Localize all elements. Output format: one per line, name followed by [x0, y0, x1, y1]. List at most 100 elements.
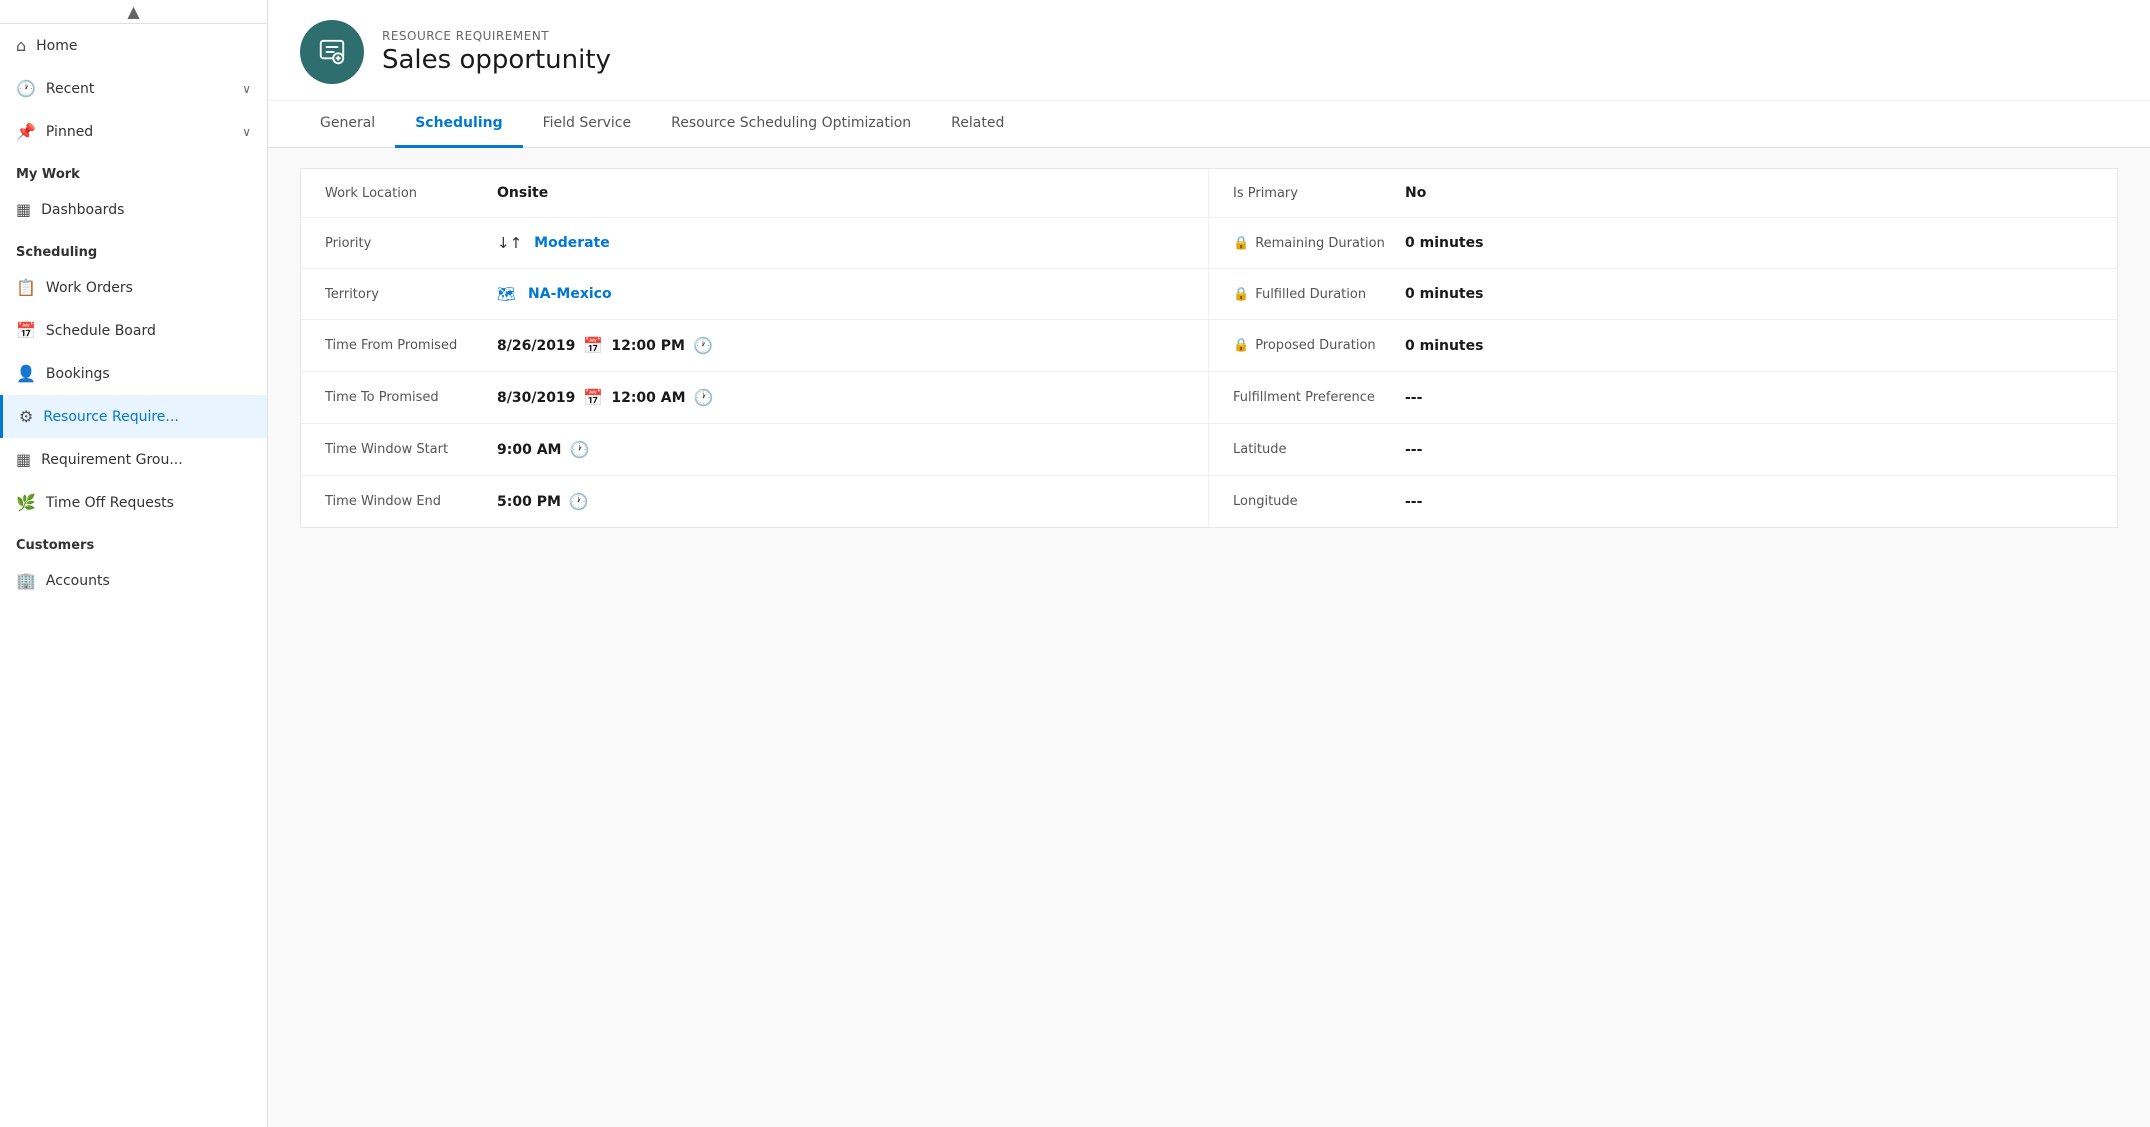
is-primary-label: Is Primary [1233, 186, 1393, 201]
is-primary-value: No [1405, 185, 1426, 201]
sidebar-item-accounts[interactable]: 🏢 Accounts [0, 559, 267, 602]
time-to-time: 12:00 AM [611, 390, 685, 406]
sidebar-item-home[interactable]: ⌂ Home [0, 24, 267, 67]
remaining-duration-label: 🔒 Remaining Duration [1233, 236, 1393, 251]
form-row-4: Time From Promised 8/26/2019 📅 12:00 PM … [301, 320, 2117, 372]
proposed-duration-label: 🔒 Proposed Duration [1233, 338, 1393, 353]
time-window-end-group: 5:00 PM 🕐 [497, 492, 589, 511]
map-icon: 🗺 [497, 285, 516, 303]
pin-icon: 📌 [16, 122, 36, 141]
fulfillment-preference-cell: Fulfillment Preference --- [1209, 372, 2117, 423]
latitude-cell: Latitude --- [1209, 424, 2117, 475]
time-window-end-cell: Time Window End 5:00 PM 🕐 [301, 476, 1209, 527]
home-icon: ⌂ [16, 36, 26, 55]
time-to-promised-cell: Time To Promised 8/30/2019 📅 12:00 AM 🕐 [301, 372, 1209, 423]
work-location-label: Work Location [325, 186, 485, 201]
form-row-1: Work Location Onsite Is Primary No [301, 169, 2117, 218]
tab-general[interactable]: General [300, 101, 395, 148]
latitude-label: Latitude [1233, 442, 1393, 457]
priority-cell: Priority ↓↑ Moderate [301, 218, 1209, 268]
chevron-down-icon: ∨ [242, 82, 251, 96]
dashboard-icon: ▦ [16, 200, 31, 219]
tab-scheduling[interactable]: Scheduling [395, 101, 522, 148]
sidebar-item-bookings[interactable]: 👤 Bookings [0, 352, 267, 395]
remaining-duration-value: 0 minutes [1405, 235, 1483, 251]
clipboard-icon: 📋 [16, 278, 36, 297]
time-window-start-label: Time Window Start [325, 442, 485, 457]
page-header: RESOURCE REQUIREMENT Sales opportunity [268, 0, 2150, 101]
fulfillment-preference-value: --- [1405, 390, 1422, 406]
fulfilled-duration-value: 0 minutes [1405, 286, 1483, 302]
resource-requirement-icon [317, 37, 347, 67]
territory-label: Territory [325, 287, 485, 302]
sidebar-item-label: Accounts [46, 573, 251, 589]
leaf-icon: 🌿 [16, 493, 36, 512]
priority-value[interactable]: Moderate [534, 235, 610, 251]
fulfilled-duration-label: 🔒 Fulfilled Duration [1233, 287, 1393, 302]
clock-icon[interactable]: 🕐 [569, 492, 589, 511]
form-row-5: Time To Promised 8/30/2019 📅 12:00 AM 🕐 … [301, 372, 2117, 424]
sidebar-item-dashboards[interactable]: ▦ Dashboards [0, 188, 267, 231]
calendar-icon: 📅 [16, 321, 36, 340]
lock-icon: 🔒 [1233, 338, 1249, 353]
sidebar-item-label: Requirement Grou... [41, 452, 251, 468]
clock-icon: 🕐 [16, 79, 36, 98]
section-header-scheduling: Scheduling [0, 231, 267, 266]
sidebar-item-schedule-board[interactable]: 📅 Schedule Board [0, 309, 267, 352]
chevron-down-icon: ∨ [242, 125, 251, 139]
lock-icon: 🔒 [1233, 287, 1249, 302]
time-from-time: 12:00 PM [611, 338, 685, 354]
time-from-promised-cell: Time From Promised 8/26/2019 📅 12:00 PM … [301, 320, 1209, 371]
section-header-mywork: My Work [0, 153, 267, 188]
sidebar-item-label: Home [36, 38, 251, 54]
section-header-customers: Customers [0, 524, 267, 559]
time-to-promised-label: Time To Promised [325, 390, 485, 405]
longitude-cell: Longitude --- [1209, 476, 2117, 527]
sidebar-item-time-off-requests[interactable]: 🌿 Time Off Requests [0, 481, 267, 524]
form-row-6: Time Window Start 9:00 AM 🕐 Latitude --- [301, 424, 2117, 476]
sidebar-item-pinned[interactable]: 📌 Pinned ∨ [0, 110, 267, 153]
sidebar-item-label: Work Orders [46, 280, 251, 296]
calendar-icon[interactable]: 📅 [583, 336, 603, 355]
work-location-cell: Work Location Onsite [301, 169, 1209, 217]
sidebar-item-resource-requirements[interactable]: ⚙ Resource Require... [0, 395, 267, 438]
remaining-duration-cell: 🔒 Remaining Duration 0 minutes [1209, 218, 2117, 268]
gear-icon: ⚙ [19, 407, 33, 426]
sidebar-item-label: Schedule Board [46, 323, 251, 339]
sidebar-scroll-up[interactable]: ▲ [0, 0, 267, 24]
form-content: Work Location Onsite Is Primary No Prior… [268, 148, 2150, 1127]
sidebar-item-recent[interactable]: 🕐 Recent ∨ [0, 67, 267, 110]
territory-value[interactable]: NA-Mexico [528, 286, 612, 302]
time-window-end-time: 5:00 PM [497, 494, 561, 510]
grid-icon: ▦ [16, 450, 31, 469]
header-text: RESOURCE REQUIREMENT Sales opportunity [382, 29, 611, 75]
tab-related[interactable]: Related [931, 101, 1024, 148]
tab-resource-scheduling-optimization[interactable]: Resource Scheduling Optimization [651, 101, 931, 148]
sidebar: ▲ ⌂ Home 🕐 Recent ∨ 📌 Pinned ∨ My Work ▦… [0, 0, 268, 1127]
page-title: Sales opportunity [382, 45, 611, 75]
time-from-date: 8/26/2019 [497, 338, 575, 354]
time-window-start-cell: Time Window Start 9:00 AM 🕐 [301, 424, 1209, 475]
sidebar-item-label: Time Off Requests [46, 495, 251, 511]
sidebar-item-label: Resource Require... [43, 409, 251, 425]
longitude-value: --- [1405, 494, 1422, 510]
form-row-7: Time Window End 5:00 PM 🕐 Longitude --- [301, 476, 2117, 527]
tab-bar: General Scheduling Field Service Resourc… [268, 101, 2150, 148]
time-window-end-label: Time Window End [325, 494, 485, 509]
calendar-icon[interactable]: 📅 [583, 388, 603, 407]
entity-icon [300, 20, 364, 84]
tab-field-service[interactable]: Field Service [523, 101, 652, 148]
clock-icon[interactable]: 🕐 [569, 440, 589, 459]
time-window-start-time: 9:00 AM [497, 442, 561, 458]
clock-icon[interactable]: 🕐 [693, 336, 713, 355]
sidebar-item-label: Bookings [46, 366, 251, 382]
sidebar-item-requirement-groups[interactable]: ▦ Requirement Grou... [0, 438, 267, 481]
clock-icon[interactable]: 🕐 [694, 388, 714, 407]
main-content: RESOURCE REQUIREMENT Sales opportunity G… [268, 0, 2150, 1127]
sidebar-item-work-orders[interactable]: 📋 Work Orders [0, 266, 267, 309]
territory-cell: Territory 🗺 NA-Mexico [301, 269, 1209, 319]
longitude-label: Longitude [1233, 494, 1393, 509]
form-row-3: Territory 🗺 NA-Mexico 🔒 Fulfilled Durati… [301, 269, 2117, 320]
priority-label: Priority [325, 236, 485, 251]
sort-icon: ↓↑ [497, 234, 522, 252]
